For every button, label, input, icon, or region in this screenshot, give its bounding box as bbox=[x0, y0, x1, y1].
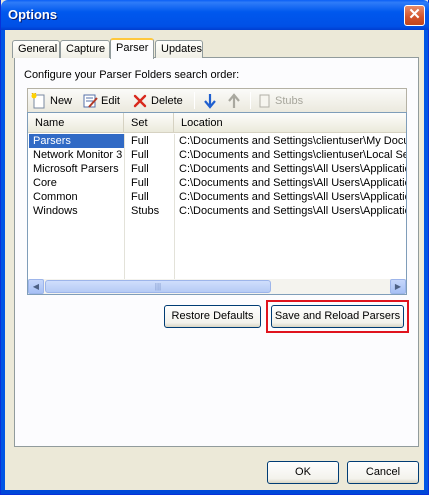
scrollbar-thumb[interactable]: ||| bbox=[45, 280, 271, 293]
window-frame-bottom bbox=[1, 490, 428, 494]
toolbar-separator bbox=[194, 92, 195, 109]
row-location: C:\Documents and Settings\All Users\Appl… bbox=[179, 163, 406, 175]
row-location: C:\Documents and Settings\All Users\Appl… bbox=[179, 205, 406, 217]
row-name: Common bbox=[33, 191, 78, 203]
window-frame-left bbox=[1, 30, 5, 494]
scroll-left-button[interactable]: ◀ bbox=[28, 279, 44, 294]
close-button[interactable]: ✕ bbox=[404, 5, 425, 26]
move-down-button[interactable] bbox=[203, 92, 217, 109]
section-label: Configure your Parser Folders search ord… bbox=[24, 69, 240, 81]
parser-toolbar: New Edit Delete Stubs bbox=[27, 88, 407, 112]
tab-general[interactable]: General bbox=[12, 40, 60, 58]
row-location: C:\Documents and Settings\clientuser\Loc… bbox=[179, 149, 406, 161]
tab-parser[interactable]: Parser bbox=[110, 38, 154, 59]
table-row[interactable]: Parsers Full C:\Documents and Settings\c… bbox=[28, 134, 406, 148]
new-document-icon bbox=[31, 92, 45, 108]
table-row[interactable]: Common Full C:\Documents and Settings\Al… bbox=[28, 190, 406, 204]
row-set: Full bbox=[131, 149, 149, 161]
title-bar[interactable]: Options ✕ bbox=[1, 0, 429, 30]
delete-x-icon bbox=[133, 94, 147, 107]
column-header-location[interactable]: Location bbox=[174, 113, 406, 133]
row-location: C:\Documents and Settings\clientuser\My … bbox=[179, 135, 406, 147]
parser-folders-grid: Name Set Location Parsers Full C:\Docume… bbox=[27, 112, 407, 295]
arrow-up-icon bbox=[228, 92, 240, 108]
stubs-button[interactable]: Stubs bbox=[258, 92, 303, 109]
arrow-down-icon bbox=[204, 93, 216, 109]
row-location: C:\Documents and Settings\All Users\Appl… bbox=[179, 177, 406, 189]
horizontal-scrollbar[interactable]: ◀ ||| ▶ bbox=[28, 279, 406, 294]
row-set: Full bbox=[131, 177, 149, 189]
delete-label: Delete bbox=[151, 94, 183, 107]
scroll-right-button[interactable]: ▶ bbox=[390, 279, 406, 294]
tab-updates[interactable]: Updates bbox=[155, 40, 203, 58]
edit-button[interactable]: Edit bbox=[82, 92, 120, 109]
row-name: Parsers bbox=[29, 134, 124, 148]
toolbar-separator bbox=[250, 92, 251, 109]
options-dialog: Options ✕ General Capture Parser Updates… bbox=[0, 0, 429, 495]
row-set: Full bbox=[131, 135, 149, 147]
restore-defaults-button[interactable]: Restore Defaults bbox=[164, 305, 261, 328]
row-location: C:\Documents and Settings\All Users\Appl… bbox=[179, 191, 406, 203]
delete-button[interactable]: Delete bbox=[132, 92, 183, 109]
move-up-button[interactable] bbox=[227, 92, 241, 109]
highlight-box bbox=[266, 300, 409, 333]
tab-capture[interactable]: Capture bbox=[60, 40, 110, 58]
window-frame-right bbox=[424, 30, 428, 494]
table-row[interactable]: Core Full C:\Documents and Settings\All … bbox=[28, 176, 406, 190]
new-label: New bbox=[50, 94, 73, 107]
ok-button[interactable]: OK bbox=[267, 461, 339, 484]
cancel-button[interactable]: Cancel bbox=[347, 461, 419, 484]
new-button[interactable]: New bbox=[31, 92, 72, 109]
table-row[interactable]: Network Monitor 3 Full C:\Documents and … bbox=[28, 148, 406, 162]
column-header-name[interactable]: Name bbox=[28, 113, 124, 133]
stubs-label: Stubs bbox=[275, 94, 304, 107]
stubs-document-icon bbox=[259, 94, 270, 107]
row-name: Network Monitor 3 bbox=[33, 149, 123, 161]
edit-label: Edit bbox=[101, 94, 120, 107]
row-name: Microsoft Parsers bbox=[33, 163, 119, 175]
grid-header: Name Set Location bbox=[28, 113, 406, 133]
table-row[interactable]: Windows Stubs C:\Documents and Settings\… bbox=[28, 204, 406, 218]
window-title: Options bbox=[8, 7, 58, 22]
row-name: Windows bbox=[33, 205, 78, 217]
row-set: Stubs bbox=[131, 205, 160, 217]
row-set: Full bbox=[131, 191, 149, 203]
row-set: Full bbox=[131, 163, 149, 175]
row-name: Core bbox=[33, 177, 57, 189]
column-header-set[interactable]: Set bbox=[124, 113, 174, 133]
edit-icon bbox=[83, 94, 98, 108]
table-row[interactable]: Microsoft Parsers Full C:\Documents and … bbox=[28, 162, 406, 176]
